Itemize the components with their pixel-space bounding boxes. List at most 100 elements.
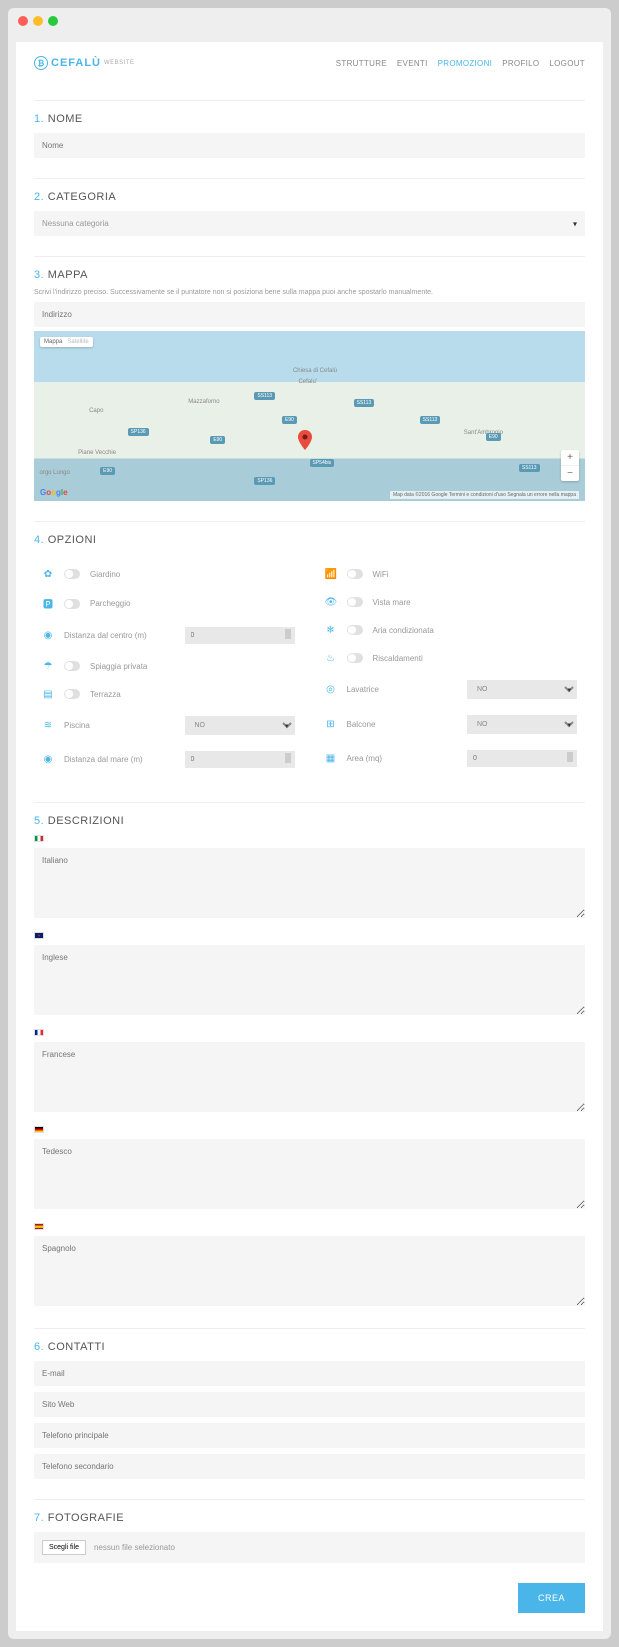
map-road: E90 xyxy=(486,433,501,441)
sito-input[interactable] xyxy=(34,1392,585,1417)
opt-aria: ❄Aria condizionata xyxy=(325,616,578,644)
desc-fr-input[interactable] xyxy=(34,1042,585,1112)
wifi-toggle[interactable] xyxy=(347,569,363,579)
map-road: E90 xyxy=(282,416,297,424)
desc-en-input[interactable] xyxy=(34,945,585,1015)
desc-it xyxy=(34,835,585,920)
desc-it-input[interactable] xyxy=(34,848,585,918)
opt-distmare: ◉Distanza dal mare (m) xyxy=(42,743,295,776)
section-nome: 1. NOME xyxy=(34,100,585,158)
washer-icon: ◎ xyxy=(325,684,337,695)
section-descrizioni: 5. DESCRIZIONI xyxy=(34,802,585,1308)
giardino-toggle[interactable] xyxy=(64,569,80,579)
nav-logout[interactable]: LOGOUT xyxy=(549,59,585,68)
section-title: 4. OPZIONI xyxy=(34,534,585,546)
terrazza-toggle[interactable] xyxy=(64,689,80,699)
email-input[interactable] xyxy=(34,1361,585,1386)
categoria-select[interactable]: Nessuna categoria xyxy=(34,211,585,236)
pin-icon: ◉ xyxy=(42,630,54,641)
file-picker: Scegli file nessun file selezionato xyxy=(34,1532,585,1563)
opt-parcheggio: 🅿Parcheggio xyxy=(42,588,295,619)
distmare-input[interactable] xyxy=(185,751,295,768)
map-road: SS113 xyxy=(420,416,441,424)
logo-icon: ₿ xyxy=(34,56,48,70)
indirizzo-input[interactable] xyxy=(34,302,585,327)
logo[interactable]: ₿ CEFALÙ WEBSITE xyxy=(34,56,135,70)
section-title: 2. CATEGORIA xyxy=(34,191,585,203)
logo-text: CEFALÙ xyxy=(51,57,101,69)
map-road: SP136 xyxy=(128,428,149,436)
balcony-icon: ⊞ xyxy=(325,719,337,730)
desc-es xyxy=(34,1223,585,1308)
lavatrice-select[interactable]: NO xyxy=(467,680,577,699)
map-label-cefalu: Cefalu' xyxy=(298,379,317,385)
area-input[interactable] xyxy=(467,750,577,767)
aria-toggle[interactable] xyxy=(347,625,363,635)
terrace-icon: ▤ xyxy=(42,689,54,700)
opt-vistamare: 👁Vista mare xyxy=(325,588,578,616)
map-label-chiesa: Chiesa di Cefalù xyxy=(293,368,337,374)
nome-input[interactable] xyxy=(34,133,585,158)
section-title: 6. CONTATTI xyxy=(34,1341,585,1353)
section-contatti: 6. CONTATTI xyxy=(34,1328,585,1479)
opt-balcone: ⊞BalconeNO xyxy=(325,707,578,742)
opt-giardino: ✿Giardino xyxy=(42,560,295,588)
zoom-in-button[interactable]: + xyxy=(561,450,579,466)
main-nav: STRUTTURE EVENTI PROMOZIONI PROFILO LOGO… xyxy=(336,59,585,68)
leaf-icon: ✿ xyxy=(42,569,54,580)
map-pin-icon[interactable] xyxy=(298,430,312,455)
section-fotografie: 7. FOTOGRAFIE Scegli file nessun file se… xyxy=(34,1499,585,1563)
crea-button[interactable]: CREA xyxy=(518,1583,585,1613)
map-road: SS113 xyxy=(354,399,375,407)
nav-profilo[interactable]: PROFILO xyxy=(502,59,539,68)
close-icon[interactable] xyxy=(18,16,28,26)
map-label-orgolungo: orgo Lungo xyxy=(40,470,70,476)
vistamare-toggle[interactable] xyxy=(347,597,363,607)
pool-icon: ≋ xyxy=(42,720,54,731)
opt-lavatrice: ◎LavatriceNO xyxy=(325,672,578,707)
heat-icon: ♨ xyxy=(325,653,337,664)
section-mappa: 3. MAPPA Scrivi l'indirizzo preciso. Suc… xyxy=(34,256,585,501)
maximize-icon[interactable] xyxy=(48,16,58,26)
umbrella-icon: ☂ xyxy=(42,661,54,672)
window: ₿ CEFALÙ WEBSITE STRUTTURE EVENTI PROMOZ… xyxy=(8,8,611,1639)
opt-wifi: 📶WiFi xyxy=(325,560,578,588)
titlebar xyxy=(8,8,611,34)
distcentro-input[interactable] xyxy=(185,627,295,644)
nav-eventi[interactable]: EVENTI xyxy=(397,59,428,68)
section-categoria: 2. CATEGORIA Nessuna categoria xyxy=(34,178,585,236)
tel1-input[interactable] xyxy=(34,1423,585,1448)
nav-strutture[interactable]: STRUTTURE xyxy=(336,59,387,68)
map-type-control[interactable]: Mappa Satellite xyxy=(40,337,93,347)
map-road: SS113 xyxy=(254,392,275,400)
section-title: 1. NOME xyxy=(34,113,585,125)
opt-terrazza: ▤Terrazza xyxy=(42,680,295,708)
map-zoom: + − xyxy=(561,450,579,481)
riscaldamenti-toggle[interactable] xyxy=(347,653,363,663)
map-road: SS113 xyxy=(519,464,540,472)
logo-subtitle: WEBSITE xyxy=(104,60,135,66)
opt-piscina: ≋PiscinaNO xyxy=(42,708,295,743)
opt-area: ▦Area (mq) xyxy=(325,742,578,775)
section-title: 5. DESCRIZIONI xyxy=(34,815,585,827)
flag-es-icon xyxy=(34,1223,44,1230)
tel2-input[interactable] xyxy=(34,1454,585,1479)
balcone-select[interactable]: NO xyxy=(467,715,577,734)
file-choose-button[interactable]: Scegli file xyxy=(42,1540,86,1555)
spiaggia-toggle[interactable] xyxy=(64,661,80,671)
zoom-out-button[interactable]: − xyxy=(561,466,579,481)
map-attribution: Map data ©2016 Google Termini e condizio… xyxy=(390,491,579,499)
desc-de-input[interactable] xyxy=(34,1139,585,1209)
map[interactable]: Mappa Satellite Chiesa di Cefalù Cefalu'… xyxy=(34,331,585,501)
google-logo: Google xyxy=(40,488,68,497)
opt-distcentro: ◉Distanza dal centro (m) xyxy=(42,619,295,652)
area-icon: ▦ xyxy=(325,753,337,764)
flag-en-icon xyxy=(34,932,44,939)
desc-es-input[interactable] xyxy=(34,1236,585,1306)
minimize-icon[interactable] xyxy=(33,16,43,26)
nav-promozioni[interactable]: PROMOZIONI xyxy=(438,59,493,68)
map-road: E90 xyxy=(210,436,225,444)
piscina-select[interactable]: NO xyxy=(185,716,295,735)
map-label-capo: Capo xyxy=(89,408,103,414)
parcheggio-toggle[interactable] xyxy=(64,599,80,609)
